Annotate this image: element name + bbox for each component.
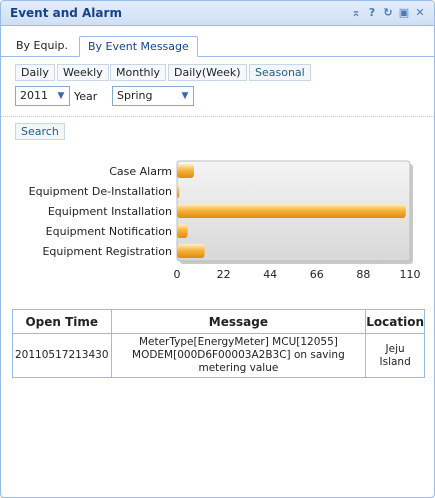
close-icon[interactable]: ✕ — [414, 6, 426, 20]
y-axis-label: Equipment Notification — [46, 225, 172, 238]
year-select[interactable]: 2011 ▼ — [15, 86, 70, 106]
y-axis-label: Equipment Installation — [48, 205, 172, 218]
chevron-down-icon: ▼ — [181, 91, 189, 101]
seasonal-button[interactable]: Seasonal — [249, 64, 311, 81]
daily-week-button[interactable]: Daily(Week) — [168, 64, 247, 81]
season-select[interactable]: Spring ▼ — [112, 86, 194, 106]
help-icon[interactable]: ? — [366, 6, 378, 20]
x-tick-label: 66 — [310, 268, 324, 281]
panel-title: Event and Alarm — [10, 6, 122, 20]
refresh-icon[interactable]: ↻ — [382, 6, 394, 20]
x-tick-label: 22 — [217, 268, 231, 281]
message-cell: MeterType[EnergyMeter] MCU[12055] MODEM[… — [110, 333, 367, 378]
divider — [1, 116, 434, 117]
x-tick-label: 110 — [400, 268, 421, 281]
event-alarm-panel: Event and Alarm ⌅ ? ↻ ▣ ✕ By Equip. By E… — [0, 0, 435, 498]
search-button[interactable]: Search — [15, 123, 65, 140]
bar — [177, 164, 194, 178]
maximize-icon[interactable]: ▣ — [398, 6, 410, 20]
x-tick-label: 88 — [356, 268, 370, 281]
message-line: MeterType[EnergyMeter] MCU[12055] — [138, 336, 338, 348]
event-message-bar-chart: Case Alarm Equipment De-Installation Equip… — [29, 160, 421, 281]
bar — [177, 224, 188, 238]
table-row[interactable]: 20110517213430 MeterType[EnergyMeter] MC… — [12, 333, 425, 378]
year-select-value: 2011 — [20, 89, 48, 102]
column-open-time[interactable]: Open Time — [12, 309, 112, 334]
bar — [177, 204, 406, 218]
bar — [177, 244, 205, 258]
location-cell: Jeju Island — [365, 333, 425, 378]
panel-header: Event and Alarm ⌅ ? ↻ ▣ ✕ — [1, 1, 434, 26]
message-line: metering value — [198, 362, 279, 374]
y-axis-label: Case Alarm — [109, 165, 172, 178]
chevron-down-icon: ▼ — [57, 91, 65, 101]
tab-by-equip[interactable]: By Equip. — [8, 36, 76, 57]
panel-tools: ⌅ ? ↻ ▣ ✕ — [350, 6, 426, 20]
location-line: Island — [379, 355, 411, 368]
bar — [177, 184, 180, 198]
y-axis-label: Equipment Registration — [42, 245, 172, 258]
monthly-button[interactable]: Monthly — [110, 64, 167, 81]
column-message[interactable]: Message — [110, 309, 367, 334]
collapse-icon[interactable]: ⌅ — [350, 6, 362, 20]
weekly-button[interactable]: Weekly — [57, 64, 109, 81]
location-line: Jeju — [385, 342, 405, 355]
column-location[interactable]: Location — [365, 309, 425, 334]
x-tick-label: 0 — [174, 268, 181, 281]
y-axis-label: Equipment De-Installation — [29, 185, 172, 198]
tab-by-event-message[interactable]: By Event Message — [79, 36, 198, 57]
tab-strip: By Equip. By Event Message — [1, 27, 434, 57]
x-tick-label: 44 — [263, 268, 277, 281]
year-label: Year — [74, 90, 98, 103]
season-select-value: Spring — [117, 89, 153, 102]
daily-button[interactable]: Daily — [15, 64, 55, 81]
open-time-cell: 20110517213430 — [12, 333, 112, 378]
table-header-row: Open Time Message Location — [12, 309, 425, 334]
message-line: MODEM[000D6F00003A2B3C] on saving — [132, 349, 345, 361]
event-table: Open Time Message Location 2011051721343… — [12, 309, 425, 378]
